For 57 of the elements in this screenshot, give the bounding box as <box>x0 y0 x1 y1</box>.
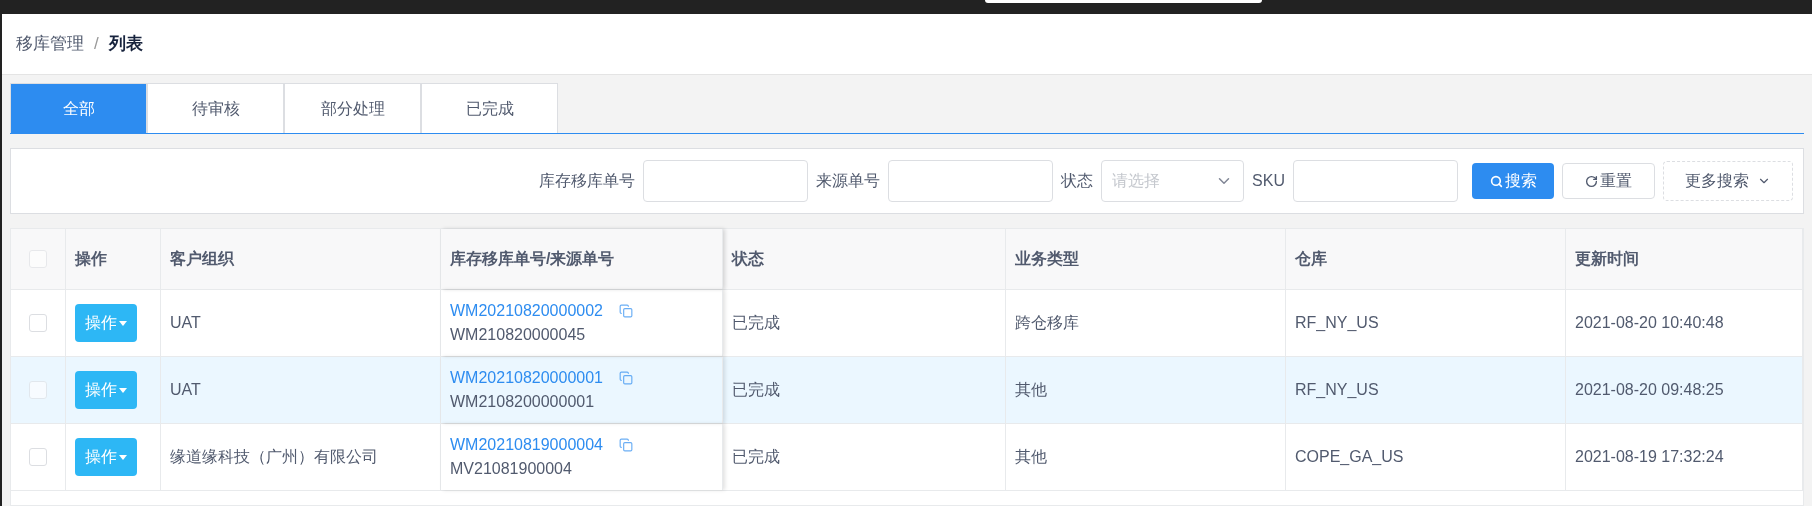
column-header: 状态 <box>723 229 1006 289</box>
source-number: WM210820000045 <box>450 325 587 345</box>
search-field[interactable] <box>888 160 1054 202</box>
copy-icon[interactable] <box>619 438 633 452</box>
caret-down-icon <box>119 387 127 393</box>
table-cell-text: 已完成 <box>732 313 780 333</box>
row-checkbox[interactable] <box>29 314 47 332</box>
table-cell-text: 其他 <box>1015 380 1047 400</box>
row-checkbox[interactable] <box>29 448 47 466</box>
column-header: 客户组织 <box>161 229 441 289</box>
table-cell-text: 2021-08-20 09:48:25 <box>1575 380 1724 400</box>
tab[interactable]: 待审核 <box>147 83 284 133</box>
column-header: 库存移库单号/来源单号 <box>441 229 723 289</box>
search-icon <box>1489 174 1503 188</box>
caret-down-icon <box>119 320 127 326</box>
table-cell-text: UAT <box>170 313 201 333</box>
field-label: SKU <box>1252 171 1285 191</box>
table-cell-text: 已完成 <box>732 380 780 400</box>
table-cell-text: 缘道缘科技（广州）有限公司 <box>170 447 378 467</box>
table-cell-text: 2021-08-19 17:32:24 <box>1575 447 1724 467</box>
order-link[interactable]: WM20210819000004 <box>450 433 603 457</box>
field-label: 来源单号 <box>816 171 881 191</box>
tab[interactable]: 已完成 <box>421 83 558 133</box>
table-cell-text: 跨仓移库 <box>1015 313 1079 333</box>
tab[interactable]: 全部 <box>10 83 147 133</box>
column-header: 业务类型 <box>1006 229 1286 289</box>
table-cell-text: 已完成 <box>732 447 780 467</box>
field-label: 状态 <box>1061 171 1094 191</box>
table-cell-text: RF_NY_US <box>1295 380 1379 400</box>
table-cell-text: COPE_GA_US <box>1295 447 1404 467</box>
source-number: WM2108200000001 <box>450 392 596 412</box>
refresh-icon <box>1585 174 1598 188</box>
source-number: MV21081900004 <box>450 459 573 479</box>
search-field[interactable] <box>643 160 809 202</box>
column-header: 仓库 <box>1286 229 1566 289</box>
table-row[interactable]: 操作 缘道缘科技（广州）有限公司 WM20210819000004 MV21081900004 已完成 其他 COPE_GA_US 2021-08-19 17:32:24 <box>11 424 1803 491</box>
table-row[interactable]: 操作 UAT WM20210820000002 WM210820000045 已完成 跨仓移库 RF_NY_US 2021-08-20 10:40:48 <box>11 290 1803 357</box>
table-cell-text: RF_NY_US <box>1295 313 1379 333</box>
search-button[interactable]: 搜索 <box>1472 163 1554 199</box>
breadcrumb-link[interactable]: 移库管理 <box>16 31 84 57</box>
table-cell-text: UAT <box>170 380 201 400</box>
search-field[interactable] <box>1293 160 1458 202</box>
table-row[interactable]: 操作 UAT WM20210820000001 WM2108200000001 已完成 其他 RF_NY_US 2021-08-20 09:48:25 <box>11 357 1803 424</box>
order-link[interactable]: WM20210820000002 <box>450 299 603 323</box>
copy-icon[interactable] <box>619 304 633 318</box>
table-cell-text: 2021-08-20 10:40:48 <box>1575 313 1724 333</box>
table-cell-text: 其他 <box>1015 447 1047 467</box>
field-label: 库存移库单号 <box>539 171 636 191</box>
column-header: 更新时间 <box>1566 229 1803 289</box>
breadcrumb-current: 列表 <box>108 33 143 56</box>
more-search-button[interactable]: 更多搜索 <box>1663 161 1793 201</box>
reset-button[interactable]: 重置 <box>1562 163 1655 199</box>
caret-down-icon <box>119 454 127 460</box>
copy-icon[interactable] <box>619 371 633 385</box>
column-header: 操作 <box>66 229 161 289</box>
breadcrumb-separator: / <box>94 33 99 56</box>
tab[interactable]: 部分处理 <box>284 83 421 133</box>
